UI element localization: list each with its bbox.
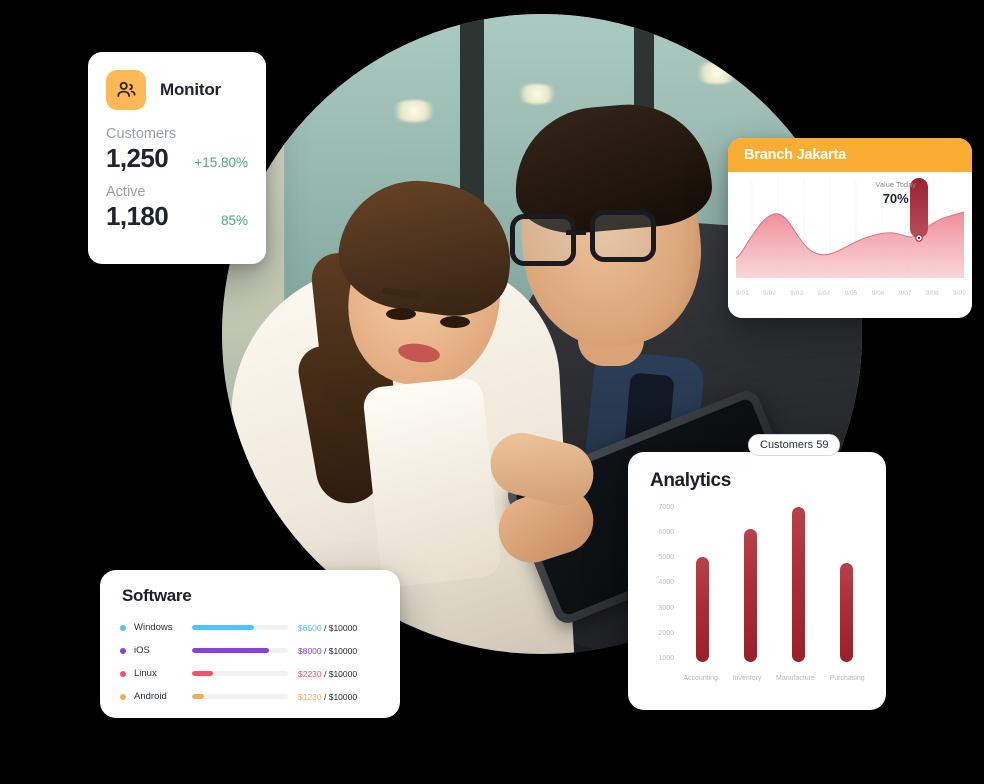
bullet-icon	[120, 670, 126, 677]
analytics-y-axis: 7000 6000 5000 4000 3000 2000 1000	[640, 504, 674, 662]
branch-card-header: Branch Jakarta	[728, 138, 972, 172]
software-card: Software Windows $6500 / $10000 iOS $8000 /…	[100, 570, 400, 718]
y-tick: 7000	[658, 504, 674, 511]
x-tick: Inventory	[732, 675, 762, 682]
software-progress-fill	[192, 671, 214, 676]
x-tick: 9/06	[871, 290, 885, 297]
software-row-total: / $10000	[321, 622, 358, 633]
software-row-values: $6500 / $10000	[298, 623, 384, 633]
x-tick: 9/07	[898, 290, 912, 297]
active-delta: 85%	[220, 213, 248, 228]
branch-jakarta-card: Branch Jakarta Value Today 70% 9/01 9/02…	[728, 138, 972, 318]
x-tick: 9/01	[736, 290, 749, 297]
software-progress-fill	[192, 648, 269, 653]
software-row: Windows $6500 / $10000	[120, 616, 384, 639]
y-tick: 5000	[658, 554, 674, 562]
software-row-label: Android	[134, 691, 167, 702]
software-row-current: $6500	[298, 622, 322, 633]
value-today-tooltip: Value Today 70%	[875, 180, 916, 206]
software-card-title: Software	[122, 586, 192, 605]
x-tick: 9/09	[953, 290, 966, 297]
software-progress-track	[192, 671, 288, 676]
branch-area-chart	[735, 178, 965, 278]
analytics-bar	[839, 563, 853, 662]
analytics-x-axis: Accounting Inventory Manufacture Purchas…	[676, 675, 872, 682]
monitor-card: Monitor Customers 1,250 +15.80% Active 1…	[88, 52, 266, 264]
software-progress-track	[192, 694, 288, 699]
software-row-label: Linux	[134, 668, 157, 679]
analytics-card-title: Analytics	[650, 470, 731, 491]
analytics-bars	[678, 504, 870, 662]
x-tick: Purchasing	[829, 675, 865, 682]
bullet-icon	[120, 693, 126, 700]
software-row-current: $8000	[298, 645, 322, 656]
active-metric-row: 1,180 85%	[88, 200, 266, 232]
value-today-label: Value Today	[875, 180, 916, 189]
y-tick: 1000	[658, 654, 674, 662]
software-row-values: $1230 / $10000	[298, 692, 384, 702]
branch-card-title: Branch Jakarta	[744, 147, 846, 163]
active-label: Active	[106, 184, 146, 200]
software-progress-fill	[192, 625, 255, 630]
x-tick: 9/03	[790, 290, 804, 297]
software-row-label: Windows	[134, 622, 173, 633]
branch-card-body: Value Today 70% 9/01 9/02 9/03 9/04 9/05…	[728, 172, 972, 318]
software-progress-track	[192, 625, 288, 630]
software-row-total: / $10000	[321, 691, 358, 702]
software-progress-track	[192, 648, 288, 653]
screenshot-root: Monitor Customers 1,250 +15.80% Active 1…	[0, 0, 984, 784]
users-icon	[106, 70, 146, 110]
x-tick: 9/02	[763, 290, 776, 297]
y-tick: 6000	[658, 529, 674, 537]
bullet-icon	[120, 647, 126, 654]
y-tick: 4000	[658, 579, 674, 587]
customers-metric-row: 1,250 +15.80%	[88, 142, 266, 174]
analytics-plot: 7000 6000 5000 4000 3000 2000 1000 Accou…	[640, 504, 872, 684]
software-progress-fill	[192, 694, 204, 699]
software-row: iOS $8000 / $10000	[120, 639, 384, 662]
software-row-current: $1230	[298, 691, 322, 702]
analytics-card: Analytics 7000 6000 5000 4000 3000 2000 …	[628, 452, 886, 710]
y-tick: 2000	[658, 629, 674, 637]
x-tick: Accounting	[683, 675, 718, 682]
software-row-label: iOS	[134, 645, 150, 656]
y-tick: 3000	[658, 604, 674, 612]
software-row-total: / $10000	[321, 668, 358, 679]
monitor-card-title: Monitor	[160, 80, 221, 99]
software-row-current: $2230	[298, 668, 322, 679]
analytics-bar	[743, 529, 757, 662]
software-list: Windows $6500 / $10000 iOS $8000 / $10000 Li…	[100, 606, 400, 708]
active-value: 1,180	[106, 201, 169, 231]
software-row-values: $8000 / $10000	[298, 646, 384, 656]
monitor-card-header: Monitor	[88, 52, 266, 116]
x-tick: 9/04	[817, 290, 831, 297]
software-row-total: / $10000	[321, 645, 358, 656]
software-row-values: $2230 / $10000	[298, 669, 384, 679]
branch-chart-x-axis: 9/01 9/02 9/03 9/04 9/05 9/06 9/07 9/08 …	[736, 290, 966, 297]
customers-badge[interactable]: Customers 59	[748, 434, 841, 456]
value-today-value: 70%	[882, 191, 909, 206]
customers-value: 1,250	[106, 143, 169, 173]
software-row: Android $1230 / $10000	[120, 685, 384, 708]
x-tick: 9/05	[844, 290, 858, 297]
software-row: Linux $2230 / $10000	[120, 662, 384, 685]
bullet-icon	[120, 624, 126, 631]
analytics-bar	[695, 556, 709, 662]
customers-delta: +15.80%	[194, 155, 248, 170]
x-tick: 9/08	[925, 290, 939, 297]
customers-label: Customers	[106, 126, 177, 142]
analytics-bar	[791, 506, 805, 662]
x-tick: Manufacture	[776, 675, 815, 682]
